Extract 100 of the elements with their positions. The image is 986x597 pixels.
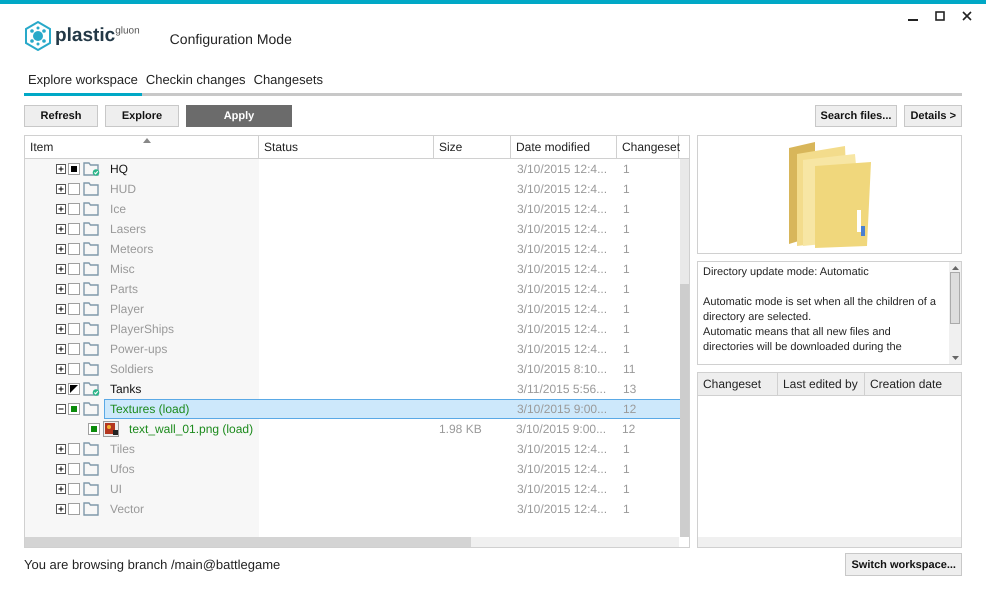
vertical-scrollbar[interactable] xyxy=(680,159,689,537)
column-header[interactable]: Changeset xyxy=(698,373,778,395)
checkbox[interactable] xyxy=(68,183,80,195)
checkbox[interactable] xyxy=(68,323,80,335)
changeset-text: 1 xyxy=(623,502,630,516)
scroll-down-icon[interactable] xyxy=(952,356,958,360)
status-text: You are browsing branch /main@battlegame xyxy=(24,557,280,572)
date-text: 3/10/2015 9:00... xyxy=(517,402,608,416)
date-text: 3/11/2015 5:56... xyxy=(517,382,606,396)
expander-icon[interactable] xyxy=(56,404,66,414)
expander-icon[interactable] xyxy=(56,344,66,354)
checkbox[interactable] xyxy=(68,223,80,235)
expander-icon[interactable] xyxy=(56,244,66,254)
changeset-text: 13 xyxy=(623,382,636,396)
expander-icon[interactable] xyxy=(56,224,66,234)
horizontal-scrollbar[interactable] xyxy=(698,537,961,547)
changeset-text: 1 xyxy=(623,202,630,216)
column-header[interactable]: Date modified xyxy=(511,136,617,158)
checkbox[interactable] xyxy=(68,263,80,275)
date-text: 3/10/2015 12:4... xyxy=(517,202,608,216)
expander-icon[interactable] xyxy=(56,324,66,334)
image-file-icon xyxy=(103,421,119,437)
checkbox[interactable] xyxy=(68,383,80,395)
changeset-text: 1 xyxy=(623,342,630,356)
changeset-text: 1 xyxy=(623,222,630,236)
date-text: 3/10/2015 12:4... xyxy=(517,222,608,236)
checkbox[interactable] xyxy=(68,303,80,315)
sort-arrow-icon[interactable] xyxy=(143,138,151,143)
tree-item-label[interactable]: HQ xyxy=(105,160,260,178)
expander-icon[interactable] xyxy=(56,444,66,454)
date-text: 3/10/2015 12:4... xyxy=(517,322,608,336)
toolbar-button[interactable]: Explore xyxy=(105,105,179,127)
checkbox[interactable] xyxy=(68,443,80,455)
info-text: Directory update mode: Automatic xyxy=(703,265,870,280)
scroll-up-icon[interactable] xyxy=(952,266,958,270)
tab[interactable]: Explore workspace xyxy=(24,72,142,96)
expander-icon[interactable] xyxy=(56,164,66,174)
column-header[interactable]: Last edited by xyxy=(778,373,865,395)
changeset-text: 1 xyxy=(623,482,630,496)
toolbar-button[interactable]: Refresh xyxy=(24,105,98,127)
vertical-scrollbar[interactable] xyxy=(949,262,961,364)
date-text: 3/10/2015 12:4... xyxy=(517,482,608,496)
date-text: 3/10/2015 12:4... xyxy=(517,282,608,296)
selected-row[interactable]: Textures (load) 3/10/2015 9:00... 12 xyxy=(104,399,680,419)
mode-title: Configuration Mode xyxy=(170,31,292,47)
column-header[interactable]: Status xyxy=(259,136,434,158)
date-text: 3/10/2015 12:4... xyxy=(517,262,608,276)
checkbox[interactable] xyxy=(68,403,80,415)
expander-icon[interactable] xyxy=(56,284,66,294)
tab[interactable]: Checkin changes xyxy=(142,72,250,96)
date-text: 3/10/2015 12:4... xyxy=(517,302,608,316)
expander-icon[interactable] xyxy=(56,184,66,194)
expander-icon[interactable] xyxy=(56,384,66,394)
tree-item-label[interactable]: Textures (load) xyxy=(105,400,260,418)
changeset-text: 1 xyxy=(623,182,630,196)
checkbox[interactable] xyxy=(68,483,80,495)
close-icon[interactable] xyxy=(962,11,972,21)
expander-icon[interactable] xyxy=(56,304,66,314)
checkbox[interactable] xyxy=(68,163,80,175)
toolbar-button[interactable]: Search files... xyxy=(814,105,898,127)
checkbox[interactable] xyxy=(68,283,80,295)
column-header[interactable]: Size xyxy=(434,136,511,158)
date-text: 3/10/2015 12:4... xyxy=(517,242,608,256)
checkbox[interactable] xyxy=(68,363,80,375)
logo-text: plastic$^{gluon}$ xyxy=(55,25,140,47)
date-text: 3/10/2015 12:4... xyxy=(517,162,608,176)
column-header[interactable]: Changeset xyxy=(617,136,679,158)
date-text: 3/10/2015 12:4... xyxy=(517,462,608,476)
changeset-text: 11 xyxy=(623,362,636,376)
changeset-text: 1 xyxy=(623,262,630,276)
switch-workspace-button[interactable]: Switch workspace... xyxy=(845,553,962,576)
expander-icon[interactable] xyxy=(56,504,66,514)
tab[interactable]: Changesets xyxy=(250,72,327,96)
date-text: 3/10/2015 12:4... xyxy=(517,502,608,516)
changeset-text: 12 xyxy=(622,422,636,436)
checkbox[interactable] xyxy=(68,503,80,515)
expander-icon[interactable] xyxy=(56,264,66,274)
date-text: 3/10/2015 12:4... xyxy=(517,342,608,356)
checkbox[interactable] xyxy=(68,343,80,355)
checkbox[interactable] xyxy=(68,243,80,255)
toolbar-button[interactable]: Details > xyxy=(904,105,962,127)
date-text: 3/10/2015 8:10... xyxy=(517,362,608,376)
changeset-text: 1 xyxy=(623,242,630,256)
checkbox[interactable] xyxy=(68,203,80,215)
checkbox[interactable] xyxy=(68,463,80,475)
expander-icon[interactable] xyxy=(56,204,66,214)
checkbox[interactable] xyxy=(88,423,100,435)
date-text: 3/10/2015 12:4... xyxy=(517,182,608,196)
expander-icon[interactable] xyxy=(56,484,66,494)
tree-item-label[interactable]: text_wall_01.png (load) xyxy=(124,420,259,438)
expander-icon[interactable] xyxy=(56,464,66,474)
maximize-icon[interactable] xyxy=(935,11,945,21)
changeset-text: 1 xyxy=(623,322,630,336)
info-text: Automatic mode is set when all the children of a directory are selected. xyxy=(703,295,937,325)
apply-button[interactable]: Apply xyxy=(186,105,292,127)
horizontal-scrollbar[interactable] xyxy=(25,537,679,547)
tree-item-label[interactable]: Tanks xyxy=(105,380,260,398)
expander-icon[interactable] xyxy=(56,364,66,374)
column-header[interactable]: Creation date xyxy=(865,373,961,395)
date-text: 3/10/2015 9:00... xyxy=(516,422,606,436)
